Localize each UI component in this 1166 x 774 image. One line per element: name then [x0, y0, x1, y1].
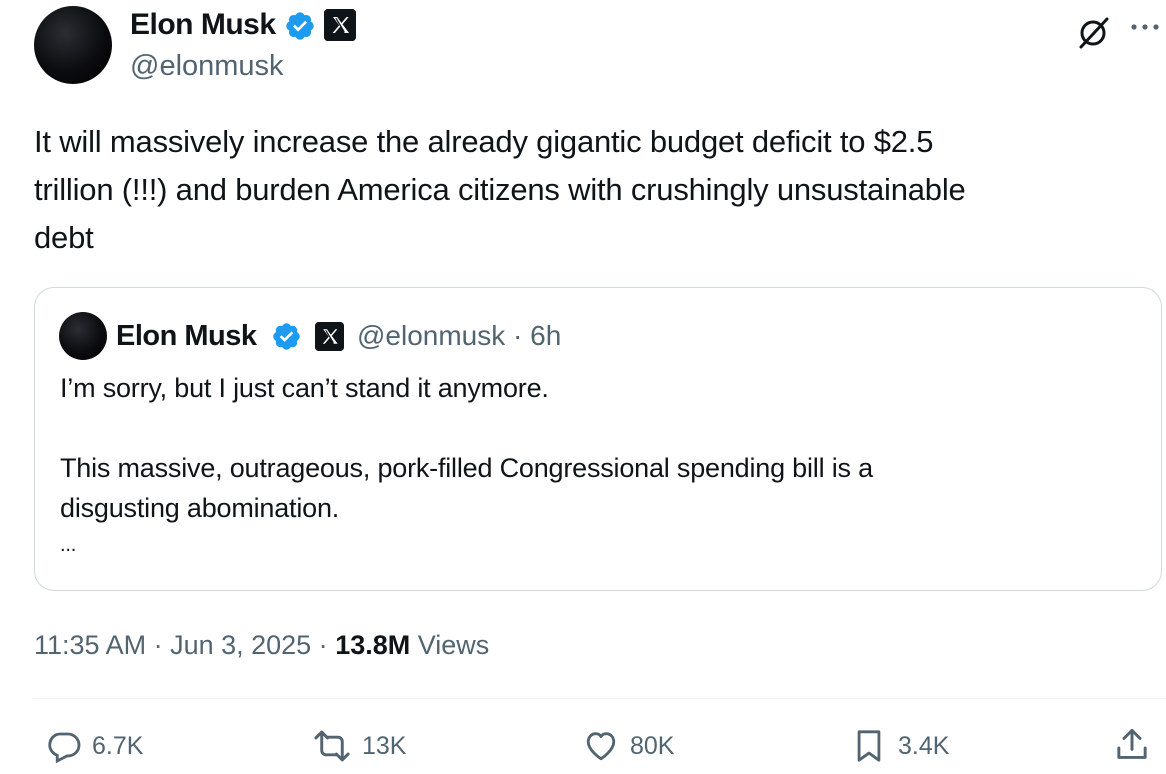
reply-button[interactable]: 6.7K	[46, 728, 143, 764]
tweet-text-line: trillion (!!!) and burden America citize…	[34, 172, 966, 207]
reply-count: 6.7K	[92, 731, 144, 760]
x-logo-icon	[324, 9, 356, 41]
repost-count: 13K	[362, 731, 407, 760]
quoted-text-line: This massive, outrageous, pork-filled Co…	[60, 453, 873, 483]
tweet-text-line: debt	[34, 220, 94, 255]
author-name[interactable]: Elon Musk	[130, 6, 276, 44]
tweet-timestamp[interactable]: 11:35 AM · Jun 3, 2025 ·	[34, 630, 335, 660]
author-avatar[interactable]	[34, 6, 112, 84]
share-button[interactable]	[1114, 726, 1150, 764]
more-dots-icon[interactable]	[1130, 20, 1160, 38]
bookmark-count: 3.4K	[898, 731, 950, 760]
like-button[interactable]: 80K	[582, 728, 674, 764]
divider	[34, 698, 1166, 699]
heart-icon	[582, 728, 620, 764]
quoted-author-handle-time: @elonmusk · 6h	[357, 318, 561, 354]
quoted-author-name: Elon Musk	[116, 320, 257, 352]
views-count: 13.8M	[335, 630, 411, 660]
quoted-author-avatar	[59, 312, 107, 360]
like-count: 80K	[630, 731, 675, 760]
quoted-text-more: ...	[60, 534, 77, 556]
verified-badge-icon	[271, 321, 302, 357]
tweet-text: It will massively increase the already g…	[34, 118, 1144, 262]
x-logo-icon	[315, 322, 344, 356]
share-icon	[1114, 726, 1150, 764]
repost-button[interactable]: 13K	[310, 728, 406, 764]
quoted-tweet-text: I’m sorry, but I just can’t stand it any…	[60, 368, 1140, 562]
quoted-tweet-time: · 6h	[513, 320, 562, 351]
repost-icon	[310, 728, 354, 764]
author-handle[interactable]: @elonmusk	[130, 47, 284, 85]
quoted-tweet-card[interactable]: Elon Musk @elonmusk · 6h I’m sorry, but …	[34, 287, 1162, 591]
quoted-text-line: I’m sorry, but I just can’t stand it any…	[60, 373, 549, 403]
tweet-text-line: It will massively increase the already g…	[34, 124, 934, 159]
bookmark-button[interactable]: 3.4K	[852, 728, 949, 764]
tweet-meta: 11:35 AM · Jun 3, 2025 · 13.8M Views	[34, 628, 489, 662]
quoted-author-handle: @elonmusk	[357, 320, 506, 351]
grok-icon[interactable]	[1076, 14, 1112, 55]
views-label: Views	[410, 630, 490, 660]
reply-icon	[46, 728, 82, 764]
bookmark-icon	[852, 727, 886, 765]
quoted-text-line: disgusting abomination.	[60, 493, 340, 523]
verified-badge-icon	[284, 10, 316, 42]
